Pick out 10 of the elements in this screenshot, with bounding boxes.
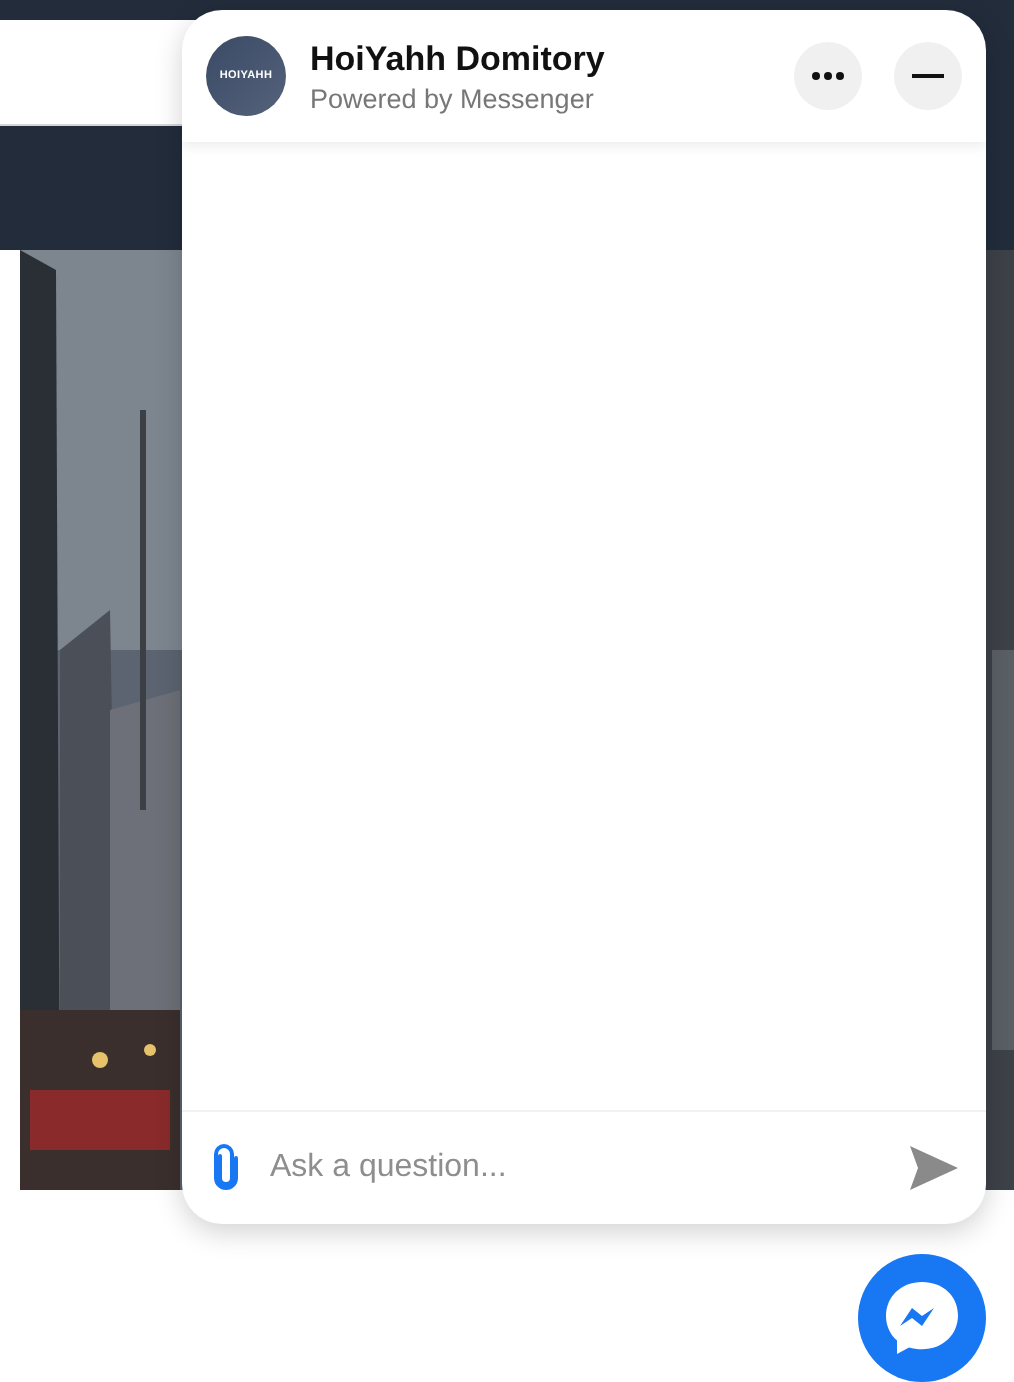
message-input[interactable]: Ask a question... (266, 1148, 886, 1188)
minimize-icon (912, 74, 944, 78)
more-icon (812, 72, 844, 80)
chat-subtitle: Powered by Messenger (310, 83, 596, 113)
send-icon[interactable] (910, 1146, 958, 1190)
more-button[interactable] (794, 42, 862, 110)
minimize-button[interactable] (894, 42, 962, 110)
chat-title: HoiYahh Domitory (310, 39, 607, 79)
paperclip-icon (210, 1144, 242, 1192)
messenger-icon (880, 1276, 964, 1360)
